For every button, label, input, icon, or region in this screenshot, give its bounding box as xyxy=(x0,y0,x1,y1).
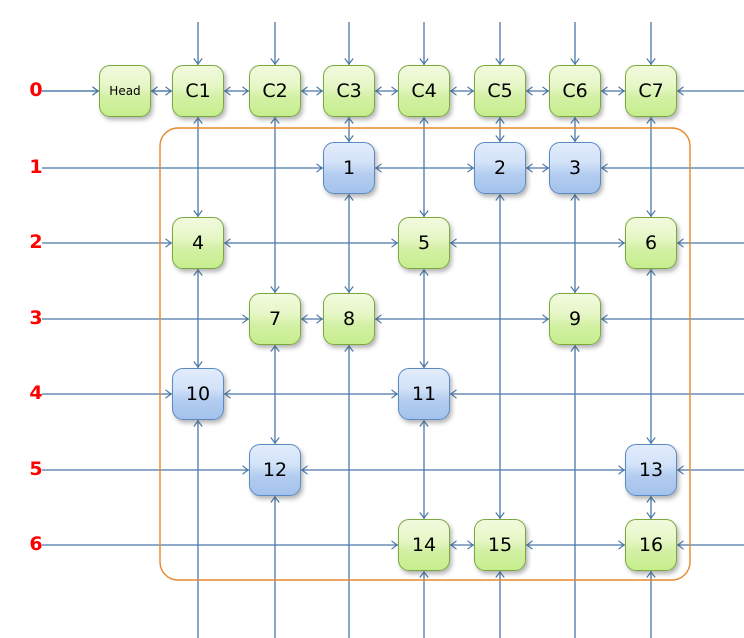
node-c7[interactable]: C7 xyxy=(625,65,677,117)
node-n11[interactable]: 11 xyxy=(398,368,450,420)
node-n2[interactable]: 2 xyxy=(474,142,526,194)
row-label-3: 3 xyxy=(29,307,43,329)
node-n3[interactable]: 3 xyxy=(549,142,601,194)
node-n16[interactable]: 16 xyxy=(625,519,677,571)
node-n4[interactable]: 4 xyxy=(172,217,224,269)
node-head[interactable]: Head xyxy=(99,65,151,117)
node-c4[interactable]: C4 xyxy=(398,65,450,117)
node-n10[interactable]: 10 xyxy=(172,368,224,420)
node-n7[interactable]: 7 xyxy=(249,293,301,345)
node-n9[interactable]: 9 xyxy=(549,293,601,345)
row-label-5: 5 xyxy=(29,458,43,480)
node-c5[interactable]: C5 xyxy=(474,65,526,117)
node-n14[interactable]: 14 xyxy=(398,519,450,571)
highlighted-region xyxy=(159,127,691,581)
node-c6[interactable]: C6 xyxy=(549,65,601,117)
node-n6[interactable]: 6 xyxy=(625,217,677,269)
row-label-0: 0 xyxy=(29,79,43,101)
node-n5[interactable]: 5 xyxy=(398,217,450,269)
row-label-1: 1 xyxy=(29,156,43,178)
row-label-2: 2 xyxy=(29,231,43,253)
diagram-canvas: 0123456 Head C1 C2 C3 C4 C5 C6 C7 1 2 3 4 5 6 7 8 9 10 11 1… xyxy=(0,0,744,638)
node-c1[interactable]: C1 xyxy=(172,65,224,117)
row-label-6: 6 xyxy=(29,533,43,555)
node-c2[interactable]: C2 xyxy=(249,65,301,117)
node-n12[interactable]: 12 xyxy=(249,444,301,496)
node-n15[interactable]: 15 xyxy=(474,519,526,571)
row-label-4: 4 xyxy=(29,382,43,404)
node-n13[interactable]: 13 xyxy=(625,444,677,496)
node-n1[interactable]: 1 xyxy=(323,142,375,194)
node-c3[interactable]: C3 xyxy=(323,65,375,117)
node-n8[interactable]: 8 xyxy=(323,293,375,345)
